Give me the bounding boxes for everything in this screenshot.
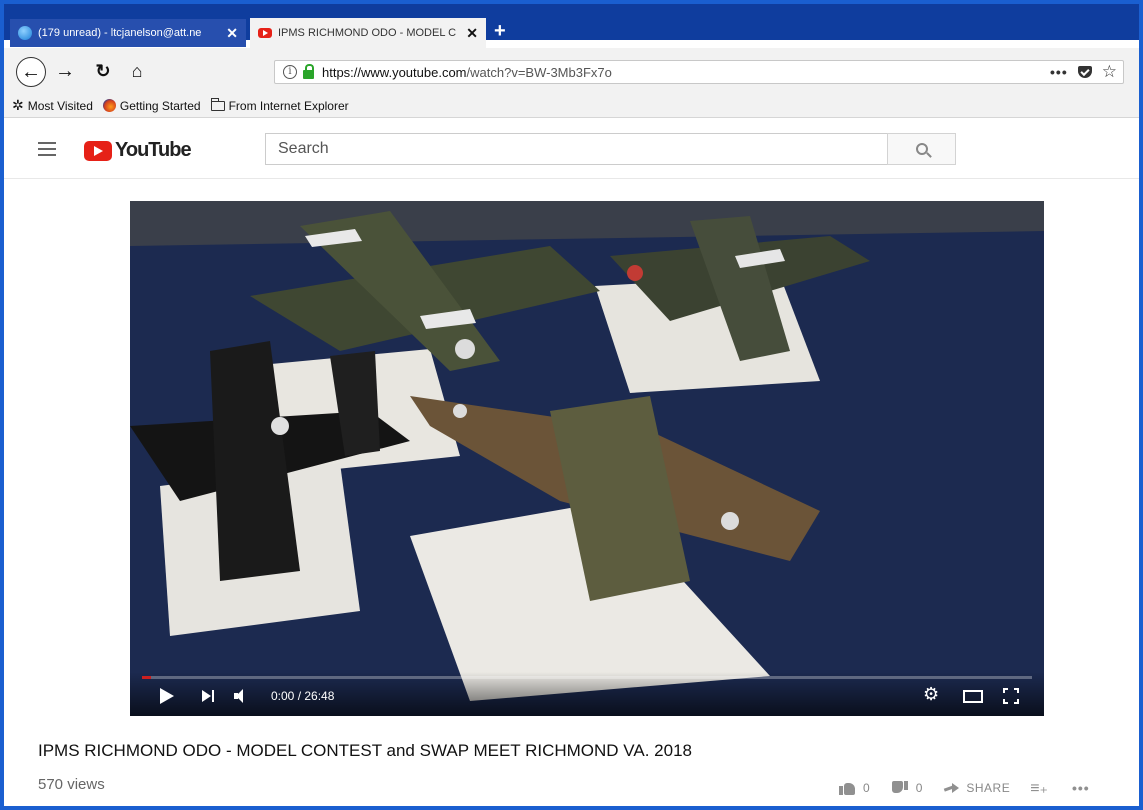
video-frame	[130, 201, 1044, 716]
tab-youtube[interactable]: IPMS RICHMOND ODO - MODEL C ✕	[250, 18, 486, 48]
bookmark-most-visited[interactable]: ✲ Most Visited	[12, 97, 93, 114]
like-icon	[839, 781, 855, 795]
bookmark-label: From Internet Explorer	[228, 98, 349, 113]
reload-button[interactable]: ↻	[88, 56, 118, 86]
fullscreen-icon[interactable]	[1003, 688, 1019, 704]
bookmark-label: Getting Started	[119, 98, 201, 113]
pocket-icon[interactable]	[1077, 66, 1092, 78]
info-icon[interactable]: i	[283, 65, 297, 79]
roundel	[453, 404, 467, 418]
bookmark-label: Most Visited	[27, 98, 93, 113]
video-player[interactable]: 0:00 / 26:48 ⚙	[130, 201, 1044, 716]
video-actions: 0 0 SHARE ≡₊ •••	[839, 778, 1090, 798]
gear-icon: ✲	[12, 97, 24, 113]
bookmarks-bar: ✲ Most Visited Getting Started From Inte…	[4, 94, 1139, 118]
youtube-favicon-icon	[258, 28, 272, 38]
tab-email-label: (179 unread) - ltcjanelson@att.ne	[38, 27, 202, 39]
add-to-playlist-icon[interactable]: ≡₊	[1030, 778, 1048, 798]
close-icon[interactable]: ✕	[466, 25, 478, 42]
url-host: https://www.youtube.com	[322, 64, 467, 80]
time-display: 0:00 / 26:48	[271, 689, 335, 703]
volume-icon[interactable]	[234, 689, 250, 703]
next-icon[interactable]	[202, 690, 216, 702]
share-icon	[944, 783, 960, 793]
roundel	[721, 512, 739, 530]
url-actions: ••• ☆	[1050, 61, 1117, 83]
youtube-logo-text: YouTube	[115, 139, 192, 161]
share-button[interactable]: SHARE	[944, 781, 1030, 795]
bookmark-from-internet-explorer[interactable]: From Internet Explorer	[210, 97, 349, 113]
share-label: SHARE	[966, 781, 1011, 795]
menu-icon[interactable]	[38, 142, 56, 156]
forward-arrow-icon: →	[55, 59, 75, 82]
star-marking	[271, 417, 289, 435]
search-button[interactable]	[887, 133, 956, 165]
theater-icon[interactable]	[963, 690, 983, 703]
like-button[interactable]: 0	[839, 781, 892, 795]
more-icon[interactable]: •••	[1072, 780, 1090, 796]
settings-icon[interactable]: ⚙	[923, 684, 939, 705]
star-icon[interactable]: ☆	[1102, 62, 1117, 82]
navigation-bar: ← → ↻ ⌂ i https://www.youtube.com/watch?…	[4, 48, 1139, 94]
youtube-header: YouTube Search	[4, 119, 1139, 179]
tab-strip: (179 unread) - ltcjanelson@att.ne ✕ IPMS…	[4, 4, 1139, 48]
video-title: IPMS RICHMOND ODO - MODEL CONTEST and SW…	[38, 741, 692, 760]
bookmark-getting-started[interactable]: Getting Started	[102, 98, 201, 113]
youtube-logo[interactable]: YouTube	[84, 139, 192, 162]
back-button[interactable]: ←	[16, 57, 46, 87]
back-arrow-icon: ←	[21, 60, 41, 83]
url-text[interactable]: https://www.youtube.com/watch?v=BW-3Mb3F…	[322, 65, 612, 80]
youtube-logo-icon	[84, 140, 112, 161]
url-path: /watch?v=BW-3Mb3Fx7o	[466, 64, 612, 80]
forward-button[interactable]: →	[50, 56, 80, 86]
like-count: 0	[863, 781, 870, 795]
dislike-button[interactable]: 0	[891, 781, 945, 795]
close-icon[interactable]: ✕	[226, 25, 238, 42]
play-icon[interactable]	[160, 688, 174, 704]
home-icon: ⌂	[131, 60, 143, 81]
player-controls: 0:00 / 26:48 ⚙	[130, 672, 1044, 716]
progress-fill	[142, 676, 151, 679]
firefox-icon	[102, 99, 116, 112]
roundel	[627, 265, 643, 281]
dislike-count: 0	[915, 781, 923, 795]
lock-icon	[303, 63, 314, 79]
search-icon	[915, 143, 928, 155]
home-button[interactable]: ⌂	[122, 56, 152, 86]
tab-youtube-label: IPMS RICHMOND ODO - MODEL C	[278, 27, 457, 39]
search-input[interactable]: Search	[265, 133, 888, 165]
browser-window: (179 unread) - ltcjanelson@att.ne ✕ IPMS…	[4, 4, 1139, 806]
folder-icon	[210, 97, 225, 111]
new-tab-button[interactable]: +	[494, 20, 514, 44]
progress-bar[interactable]	[142, 676, 1032, 679]
url-bar[interactable]: i https://www.youtube.com/watch?v=BW-3Mb…	[274, 60, 1124, 84]
dislike-icon	[891, 781, 908, 795]
tab-email[interactable]: (179 unread) - ltcjanelson@att.ne ✕	[10, 19, 246, 47]
view-count: 570 views	[38, 776, 105, 793]
roundel	[455, 339, 475, 359]
ellipsis-icon[interactable]: •••	[1050, 64, 1068, 80]
globe-icon	[18, 26, 32, 40]
reload-icon: ↻	[95, 60, 111, 81]
